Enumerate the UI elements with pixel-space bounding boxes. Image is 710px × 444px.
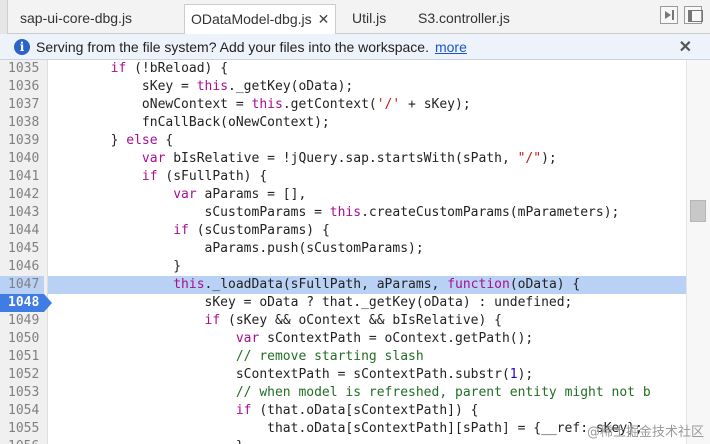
editor-tab-bar: sap-ui-core-dbg.js ODataModel-dbg.js ✕ Ut… (0, 0, 710, 35)
tab-label: S3.controller.js (418, 10, 510, 26)
tab-label: Util.js (352, 10, 387, 26)
line-number[interactable]: 1041 (0, 168, 44, 186)
line-number[interactable]: 1043 (0, 204, 44, 222)
tab-scroll-left[interactable] (0, 0, 8, 34)
code-area[interactable]: if (!bReload) { sKey = this._getKey(oDat… (48, 60, 686, 444)
tab-util[interactable]: Util.js (352, 4, 386, 34)
infobar-text: Serving from the file system? Add your f… (36, 39, 429, 55)
line-number[interactable]: 1056 (0, 438, 44, 444)
source-editor[interactable]: 1035 1036 1037 1038 1039 1040 1041 1042 1043 1044… (0, 60, 710, 444)
code-line[interactable]: fnCallBack(oNewContext); (48, 114, 686, 132)
code-line[interactable]: sKey = this._getKey(oData); (48, 78, 686, 96)
more-link[interactable]: more (435, 39, 467, 55)
code-line-highlighted[interactable]: this._loadData(sFullPath, aParams, funct… (48, 276, 686, 294)
close-icon[interactable]: ✕ (318, 5, 330, 33)
info-icon: i (14, 39, 30, 55)
code-line[interactable]: aParams.push(sCustomParams); (48, 240, 686, 258)
line-number[interactable]: 1046 (0, 258, 44, 276)
line-number[interactable]: 1040 (0, 150, 44, 168)
code-line[interactable]: } (48, 258, 686, 276)
code-line[interactable]: sKey = oData ? that._getKey(oData) : und… (48, 294, 686, 312)
line-number[interactable]: 1050 (0, 330, 44, 348)
tab-s3-controller[interactable]: S3.controller.js (418, 4, 510, 34)
line-number[interactable]: 1044 (0, 222, 44, 240)
close-icon[interactable]: ✕ (679, 37, 692, 57)
line-number[interactable]: 1039 (0, 132, 44, 150)
code-line[interactable]: } else { (48, 132, 686, 150)
code-line[interactable]: if (!bReload) { (48, 60, 686, 78)
toggle-panel-icon[interactable] (684, 6, 703, 24)
tab-sap-ui-core[interactable]: sap-ui-core-dbg.js (20, 4, 132, 34)
scrollbar-thumb[interactable] (690, 200, 706, 222)
code-line[interactable]: var bIsRelative = !jQuery.sap.startsWith… (48, 150, 686, 168)
tab-bar-controls (660, 6, 703, 28)
line-number[interactable]: 1036 (0, 78, 44, 96)
line-number[interactable]: 1035 (0, 60, 44, 78)
code-line[interactable]: if (sKey && oContext && bIsRelative) { (48, 312, 686, 330)
infobar-message: Serving from the file system? Add your f… (36, 39, 467, 55)
line-number[interactable]: 1047 (0, 276, 44, 294)
watermark: @稀土掘金技术社区 (586, 425, 704, 440)
line-number[interactable]: 1054 (0, 402, 44, 420)
line-number[interactable]: 1049 (0, 312, 44, 330)
tab-label: ODataModel-dbg.js (191, 11, 312, 27)
line-number[interactable]: 1038 (0, 114, 44, 132)
line-number[interactable]: 1052 (0, 366, 44, 384)
code-line[interactable]: if (sCustomParams) { (48, 222, 686, 240)
breakpoint-marker[interactable]: 1048 (0, 294, 52, 312)
code-line[interactable]: if (sFullPath) { (48, 168, 686, 186)
code-line[interactable]: var aParams = [], (48, 186, 686, 204)
vertical-scrollbar[interactable] (686, 60, 710, 444)
tab-overflow-icon[interactable] (660, 6, 678, 24)
code-line[interactable]: if (that.oData[sContextPath]) { (48, 402, 686, 420)
line-number[interactable]: 1042 (0, 186, 44, 204)
code-line[interactable]: // when model is refreshed, parent entit… (48, 384, 686, 402)
workspace-infobar: i Serving from the file system? Add your… (0, 34, 710, 60)
code-line[interactable]: oNewContext = this.getContext('/' + sKey… (48, 96, 686, 114)
code-line[interactable]: sCustomParams = this.createCustomParams(… (48, 204, 686, 222)
tab-label: sap-ui-core-dbg.js (20, 10, 133, 26)
line-number[interactable]: 1053 (0, 384, 44, 402)
line-number[interactable]: 1037 (0, 96, 44, 114)
line-number[interactable]: 1051 (0, 348, 44, 366)
code-line[interactable]: // remove starting slash (48, 348, 686, 366)
code-line[interactable]: sContextPath = sContextPath.substr(1); (48, 366, 686, 384)
code-line[interactable]: var sContextPath = oContext.getPath(); (48, 330, 686, 348)
tab-odatamodel[interactable]: ODataModel-dbg.js ✕ (184, 4, 337, 35)
line-number[interactable]: 1055 (0, 420, 44, 438)
line-number[interactable]: 1045 (0, 240, 44, 258)
